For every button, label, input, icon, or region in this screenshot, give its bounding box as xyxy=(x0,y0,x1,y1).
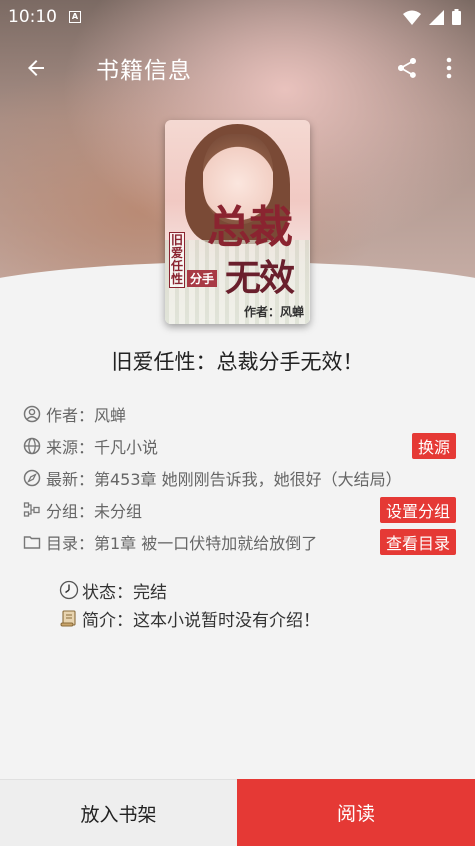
battery-icon xyxy=(452,9,461,25)
page-title: 书籍信息 xyxy=(96,58,192,84)
author-text: 作者：风蝉 xyxy=(46,406,127,425)
arrow-left-icon xyxy=(28,60,44,76)
wifi-icon xyxy=(403,10,421,25)
add-to-shelf-button[interactable]: 放入书架 xyxy=(0,779,237,846)
book-cover: 总裁 无效 旧爱任性 分手 作者：风蝉 xyxy=(165,120,310,324)
share-icon[interactable] xyxy=(395,56,419,80)
latest-row: 最新：第453章 她刚刚告诉我，她很好（大结局） xyxy=(22,462,456,494)
book-title: 旧爱任性：总裁分手无效！ xyxy=(111,350,364,374)
notification-icon: A xyxy=(69,11,81,23)
scroll-icon xyxy=(58,607,80,629)
toc-row: 目录：第1章 被一口伏特加就给放倒了 查看目录 xyxy=(22,526,456,558)
intro-text: 简介：这本小说暂时没有介绍！ xyxy=(82,610,320,631)
book-info: 作者：风蝉 来源：千凡小说 换源 最新：第453章 她刚刚告诉我，她很好（大结局… xyxy=(22,398,456,558)
cover-author: 作者：风蝉 xyxy=(243,305,304,319)
cover-title-top: 总裁 xyxy=(207,202,293,253)
read-button[interactable]: 阅读 xyxy=(237,779,475,846)
person-icon xyxy=(22,404,42,424)
globe-icon xyxy=(22,436,42,456)
book-extra: 状态：完结 简介：这本小说暂时没有介绍！ xyxy=(58,576,320,632)
toolbar: 书籍信息 xyxy=(0,40,475,96)
author-row: 作者：风蝉 xyxy=(22,398,456,430)
signal-icon xyxy=(429,9,444,25)
back-button[interactable] xyxy=(0,56,72,80)
status-time: 10:10 xyxy=(8,7,57,27)
view-toc-button[interactable]: 查看目录 xyxy=(379,529,456,555)
status-bar: 10:10 A xyxy=(0,0,475,34)
status-line: 状态：完结 xyxy=(58,576,320,604)
cover-side-label: 旧爱任性 xyxy=(169,232,185,288)
group-text: 分组：未分组 xyxy=(46,502,143,521)
change-source-button[interactable]: 换源 xyxy=(411,433,456,459)
cover-title-bottom: 无效 xyxy=(225,257,295,299)
group-icon xyxy=(22,500,42,520)
bottom-actions: 放入书架 阅读 xyxy=(0,779,475,846)
more-vert-icon[interactable] xyxy=(445,56,453,80)
compass-icon xyxy=(22,468,42,488)
latest-text: 最新：第453章 她刚刚告诉我，她很好（大结局） xyxy=(46,470,402,489)
toc-text: 目录：第1章 被一口伏特加就给放倒了 xyxy=(46,534,318,553)
clock-icon xyxy=(58,579,80,601)
intro-line: 简介：这本小说暂时没有介绍！ xyxy=(58,604,320,632)
set-group-button[interactable]: 设置分组 xyxy=(379,497,456,523)
cover-split-label: 分手 xyxy=(187,270,218,287)
group-row: 分组：未分组 设置分组 xyxy=(22,494,456,526)
folder-icon xyxy=(22,532,42,552)
source-row: 来源：千凡小说 换源 xyxy=(22,430,456,462)
status-text: 状态：完结 xyxy=(82,582,167,603)
source-text: 来源：千凡小说 xyxy=(46,438,159,457)
